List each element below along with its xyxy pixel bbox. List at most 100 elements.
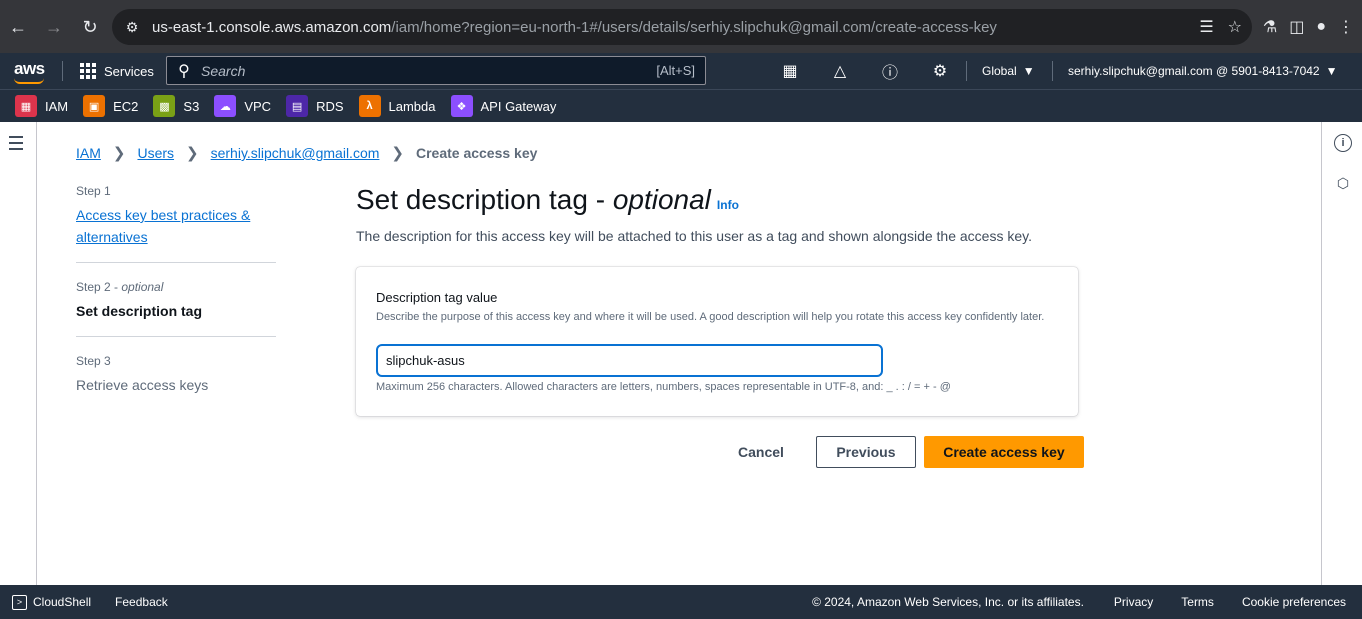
services-menu[interactable]: Services xyxy=(80,53,154,89)
breadcrumb-iam[interactable]: IAM xyxy=(76,145,101,161)
nav-divider xyxy=(1052,61,1053,81)
step-label-prefix: Step 2 - xyxy=(76,280,122,294)
step-label: Step 2 - optional xyxy=(76,280,276,294)
settings-icon[interactable]: ⚙ xyxy=(928,59,952,83)
step-3-title: Retrieve access keys xyxy=(76,377,209,393)
caret-down-icon: ▼ xyxy=(1022,64,1035,78)
cancel-button[interactable]: Cancel xyxy=(718,444,804,460)
breadcrumb-current: Create access key xyxy=(415,145,538,161)
right-tools-rail: i ⬡ xyxy=(1321,122,1362,585)
sidepanel-icon[interactable]: ◫ xyxy=(1289,17,1304,37)
vpc-icon: ☁ xyxy=(214,95,237,117)
iam-icon: ▦ xyxy=(15,95,37,117)
info-link[interactable]: Info xyxy=(717,198,739,212)
description-tag-card: Description tag value Describe the purpo… xyxy=(356,267,1078,416)
url-host: us-east-1.console.aws.amazon.com xyxy=(152,18,392,36)
ec2-icon: ▣ xyxy=(83,95,106,117)
step-divider xyxy=(76,262,276,263)
console-footer: > CloudShell Feedback © 2024, Amazon Web… xyxy=(0,585,1362,619)
favorite-label: VPC xyxy=(244,98,272,114)
field-label: Description tag value xyxy=(376,290,498,305)
left-navigation-rail xyxy=(0,122,37,585)
page-description: The description for this access key will… xyxy=(356,228,1032,244)
labs-icon[interactable]: ⚗ xyxy=(1263,17,1277,37)
search-icon: ⚲ xyxy=(178,62,190,80)
notifications-icon[interactable]: △ xyxy=(828,59,852,83)
privacy-link[interactable]: Privacy xyxy=(1114,595,1153,609)
field-description: Describe the purpose of this access key … xyxy=(376,311,1045,323)
favorite-vpc[interactable]: ☁ VPC xyxy=(214,95,271,117)
cloudshell-icon: > xyxy=(12,594,27,610)
info-panel-icon[interactable]: i xyxy=(1334,134,1352,152)
step-divider xyxy=(76,336,276,337)
nav-divider xyxy=(62,61,63,81)
breadcrumb-users[interactable]: Users xyxy=(137,145,174,161)
step-2-title: Set description tag xyxy=(76,303,203,319)
aws-top-nav: aws Services ⚲ [Alt+S] ▦ △ ⓘ ⚙ Global ▼ … xyxy=(0,53,1362,89)
favorite-iam[interactable]: ▦ IAM xyxy=(15,95,68,117)
s3-icon: ▩ xyxy=(153,95,176,117)
reload-icon[interactable]: ↻ xyxy=(72,9,108,45)
wizard-actions: Cancel Previous Create access key xyxy=(718,436,1084,468)
rds-icon: ▤ xyxy=(286,95,309,117)
favorite-label: Lambda xyxy=(388,98,436,114)
description-tag-input[interactable] xyxy=(376,344,883,377)
chevron-right-icon: ❯ xyxy=(186,145,199,162)
back-icon[interactable]: ← xyxy=(0,9,36,45)
aws-logo[interactable]: aws xyxy=(14,59,45,84)
field-constraint: Maximum 256 characters. Allowed characte… xyxy=(376,381,951,393)
services-label: Services xyxy=(104,63,154,79)
page-title: Set description tag - optional Info xyxy=(356,184,739,216)
favorite-api-gateway[interactable]: ❖ API Gateway xyxy=(450,95,556,117)
favorite-ec2[interactable]: ▣ EC2 xyxy=(83,95,138,117)
lambda-icon: λ xyxy=(358,95,381,117)
account-label: serhiy.slipchuk@gmail.com @ 5901-8413-70… xyxy=(1068,64,1320,78)
hamburger-menu-icon[interactable] xyxy=(9,136,23,154)
favorite-label: RDS xyxy=(316,98,344,114)
help-icon[interactable]: ⓘ xyxy=(878,59,902,83)
cloudshell-icon[interactable]: ▦ xyxy=(778,59,802,83)
create-access-key-button[interactable]: Create access key xyxy=(923,436,1084,468)
favorite-lambda[interactable]: λ Lambda xyxy=(358,95,436,117)
address-bar[interactable]: ⚙ us-east-1.console.aws.amazon.com/iam/h… xyxy=(112,9,1252,45)
step-2: Step 2 - optional Set description tag xyxy=(76,280,276,322)
services-grid-icon xyxy=(80,63,96,79)
profile-icon[interactable]: ● xyxy=(1316,18,1326,36)
cloudshell-label: CloudShell xyxy=(33,595,92,609)
forward-icon[interactable]: → xyxy=(36,9,72,45)
breadcrumb: IAM ❯ Users ❯ serhiy.slipchuk@gmail.com … xyxy=(76,144,537,162)
page-title-text: Set description tag - xyxy=(356,184,613,215)
step-label-optional: optional xyxy=(121,280,164,294)
copyright-text: © 2024, Amazon Web Services, Inc. or its… xyxy=(812,595,1084,609)
translate-icon[interactable]: ☰ xyxy=(1199,17,1213,37)
previous-button[interactable]: Previous xyxy=(815,436,916,468)
hexagon-icon[interactable]: ⬡ xyxy=(1334,174,1352,192)
search-box[interactable]: ⚲ [Alt+S] xyxy=(166,56,706,85)
favorite-s3[interactable]: ▩ S3 xyxy=(153,95,199,117)
step-1: Step 1 Access key best practices & alter… xyxy=(76,184,276,248)
step-3: Step 3 Retrieve access keys xyxy=(76,354,276,396)
caret-down-icon: ▼ xyxy=(1325,64,1338,78)
cookie-preferences-link[interactable]: Cookie preferences xyxy=(1242,595,1346,609)
site-info-icon[interactable]: ⚙ xyxy=(112,19,152,36)
page-title-optional: optional xyxy=(612,184,711,215)
search-input[interactable] xyxy=(201,62,641,79)
url-path: /iam/home?region=eu-north-1#/users/detai… xyxy=(391,18,997,36)
favorites-bar: ▦ IAM ▣ EC2 ▩ S3 ☁ VPC ▤ RDS λ Lambda ❖ … xyxy=(0,89,1362,122)
chevron-right-icon: ❯ xyxy=(112,145,126,162)
menu-icon[interactable]: ⋮ xyxy=(1338,17,1354,37)
url-text[interactable]: us-east-1.console.aws.amazon.com/iam/hom… xyxy=(152,19,997,36)
feedback-link[interactable]: Feedback xyxy=(115,595,168,609)
terms-link[interactable]: Terms xyxy=(1181,595,1214,609)
region-selector[interactable]: Global ▼ xyxy=(982,53,1035,89)
nav-divider xyxy=(966,61,967,81)
cloudshell-button[interactable]: > CloudShell xyxy=(12,594,92,610)
region-label: Global xyxy=(982,64,1017,78)
step-label: Step 3 xyxy=(76,354,111,368)
chevron-right-icon: ❯ xyxy=(391,145,404,162)
breadcrumb-user[interactable]: serhiy.slipchuk@gmail.com xyxy=(211,145,380,161)
star-icon[interactable]: ☆ xyxy=(1228,17,1242,37)
account-menu[interactable]: serhiy.slipchuk@gmail.com @ 5901-8413-70… xyxy=(1068,53,1338,89)
favorite-rds[interactable]: ▤ RDS xyxy=(286,95,344,117)
step-1-link[interactable]: Access key best practices & alternatives xyxy=(76,204,276,248)
